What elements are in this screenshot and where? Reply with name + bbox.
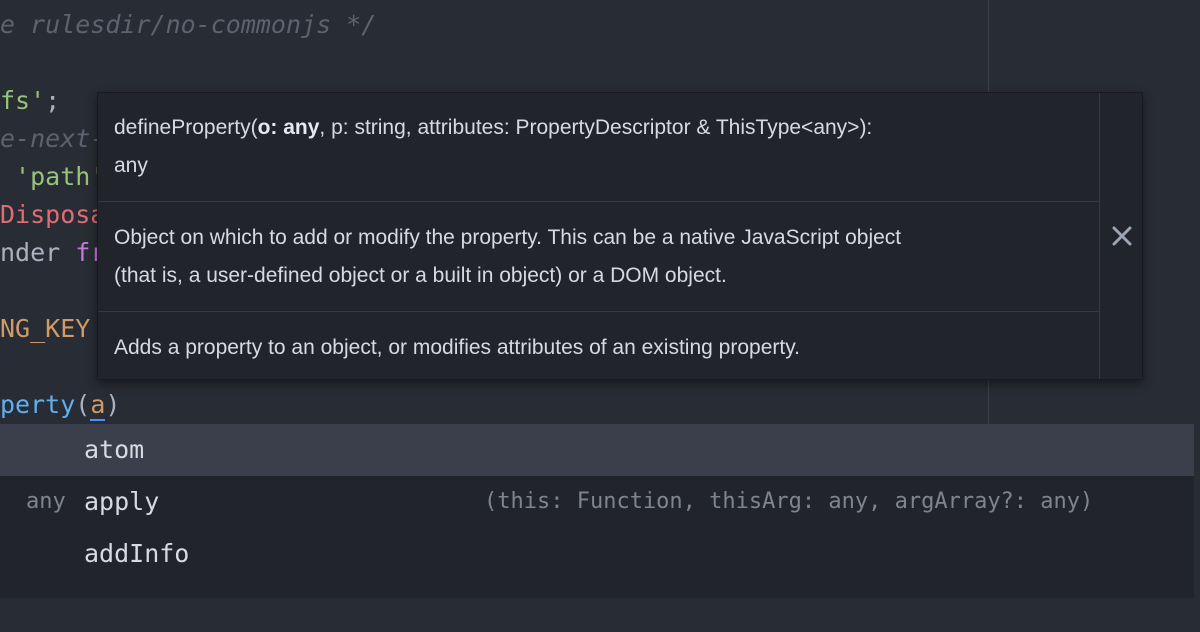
autocomplete-item-atom[interactable]: atom [0,424,1194,476]
autocomplete-item-partial[interactable] [0,580,1194,632]
suggestion-text: atom [84,435,145,464]
autocomplete-list[interactable]: atom any apply (this: Function, thisArg:… [0,424,1194,598]
param-doc-line-1: Object on which to add or modify the pro… [114,226,902,249]
section-divider [98,201,1099,202]
code-line-6: nder fr [0,234,105,272]
string-literal: fs' [0,86,46,115]
signature-text: defineProperty(o: any, p: string, attrib… [98,109,1099,185]
close-icon [1112,226,1132,246]
suggestion-text: apply [84,487,160,516]
close-paren: ) [105,390,121,419]
code-line-3: e-next- [0,120,105,158]
signature-return-type: any [114,154,148,177]
code-line-1: e rulesdir/no-commonjs */ [0,6,376,44]
function-name: perty [0,390,76,419]
signature-help-tooltip: defineProperty(o: any, p: string, attrib… [97,92,1143,380]
open-paren: ( [75,390,91,419]
suggestion-signature: (this: Function, thisArg: any, argArray?… [484,489,1094,514]
summary-text: Adds a property to an object, or modifie… [114,336,800,359]
code-line-4: 'path' [0,158,105,196]
semicolon: ; [45,86,61,115]
autocomplete-item-addinfo[interactable]: addInfo [0,528,1194,580]
signature-function-name: defineProperty( [114,116,258,139]
string-literal: 'path' [0,162,106,191]
function-summary: Adds a property to an object, or modifie… [98,329,1099,367]
identifier: nder [0,238,76,267]
active-parameter: o: any [257,116,320,139]
suggestion-type: any [26,489,66,514]
comment-text: e rulesdir/no-commonjs */ [0,10,377,39]
code-line-2: fs'; [0,82,60,120]
code-line-8-current[interactable]: perty(a) [0,386,120,424]
class-identifier: Disposa [0,200,106,229]
code-line-7: NG_KEY [0,310,90,348]
parameter-documentation: Object on which to add or modify the pro… [98,219,1099,295]
code-line-5: Disposa [0,196,105,234]
section-divider [98,311,1099,312]
close-button[interactable] [1100,211,1144,261]
comment-text: e-next- [0,124,106,153]
current-argument[interactable]: a [90,390,106,421]
param-doc-line-2: (that is, a user-defined object or a bui… [114,264,727,287]
suggestion-text: addInfo [84,539,190,568]
autocomplete-item-apply[interactable]: any apply (this: Function, thisArg: any,… [0,476,1194,528]
signature-rest: , p: string, attributes: PropertyDescrip… [319,116,873,139]
constant-identifier: NG_KEY [0,314,91,343]
